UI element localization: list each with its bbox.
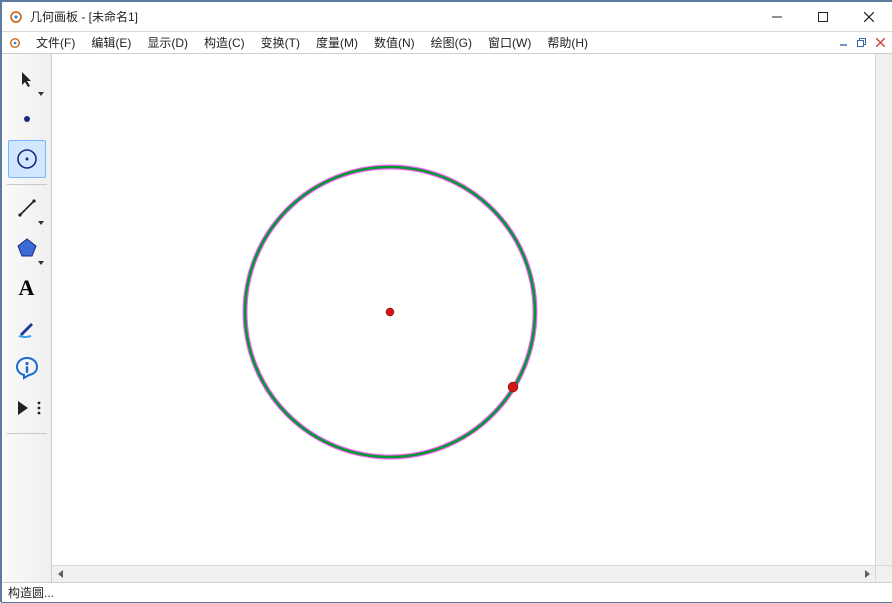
toolbox-divider (7, 433, 47, 434)
toolbox: A (2, 54, 52, 582)
menu-edit[interactable]: 编辑(E) (83, 32, 139, 53)
menu-window[interactable]: 窗口(W) (480, 32, 539, 53)
app-icon (8, 9, 24, 25)
minimize-button[interactable] (754, 2, 800, 31)
maximize-button[interactable] (800, 2, 846, 31)
chevron-down-icon (38, 92, 44, 96)
tool-polygon[interactable] (8, 229, 46, 267)
menu-help[interactable]: 帮助(H) (539, 32, 596, 53)
menu-graph[interactable]: 绘图(G) (423, 32, 480, 53)
menu-file[interactable]: 文件(F) (28, 32, 83, 53)
menu-bar: 文件(F) 编辑(E) 显示(D) 构造(C) 变换(T) 度量(M) 数值(N… (2, 32, 892, 54)
doc-icon (6, 32, 24, 53)
menu-display[interactable]: 显示(D) (139, 32, 196, 53)
chevron-down-icon (38, 261, 44, 265)
drawing-svg (52, 54, 875, 565)
window-title: 几何画板 - [未命名1] (30, 8, 754, 25)
menu-measure[interactable]: 度量(M) (308, 32, 366, 53)
text-icon: A (19, 275, 35, 301)
tool-custom[interactable] (8, 389, 46, 427)
status-text: 构造圆... (8, 584, 54, 601)
scrollbar-track[interactable] (69, 566, 858, 582)
doc-window-controls (836, 32, 892, 53)
scrollbar-corner (875, 565, 892, 582)
menu-construct[interactable]: 构造(C) (196, 32, 253, 53)
doc-close-button[interactable] (872, 35, 888, 51)
point-object[interactable] (508, 382, 518, 392)
menu-transform[interactable]: 变换(T) (253, 32, 308, 53)
menu-number[interactable]: 数值(N) (366, 32, 423, 53)
doc-minimize-button[interactable] (836, 35, 852, 51)
vertical-scrollbar[interactable] (875, 54, 892, 565)
horizontal-scrollbar[interactable] (52, 565, 875, 582)
scroll-right-icon[interactable] (858, 566, 875, 583)
window-controls (754, 2, 892, 31)
scroll-left-icon[interactable] (52, 566, 69, 583)
status-bar: 构造圆... (2, 582, 892, 602)
point-object[interactable] (386, 308, 394, 316)
tool-marker[interactable] (8, 309, 46, 347)
tool-information[interactable] (8, 349, 46, 387)
toolbox-divider (7, 184, 47, 185)
chevron-down-icon (38, 221, 44, 225)
close-button[interactable] (846, 2, 892, 31)
tool-compass[interactable] (8, 140, 46, 178)
tool-text[interactable]: A (8, 269, 46, 307)
drawing-canvas[interactable] (52, 54, 875, 565)
tool-point[interactable] (8, 100, 46, 138)
tool-straightedge[interactable] (8, 189, 46, 227)
tool-selection-arrow[interactable] (8, 60, 46, 98)
doc-restore-button[interactable] (854, 35, 870, 51)
title-bar: 几何画板 - [未命名1] (2, 2, 892, 32)
canvas-area (52, 54, 892, 582)
